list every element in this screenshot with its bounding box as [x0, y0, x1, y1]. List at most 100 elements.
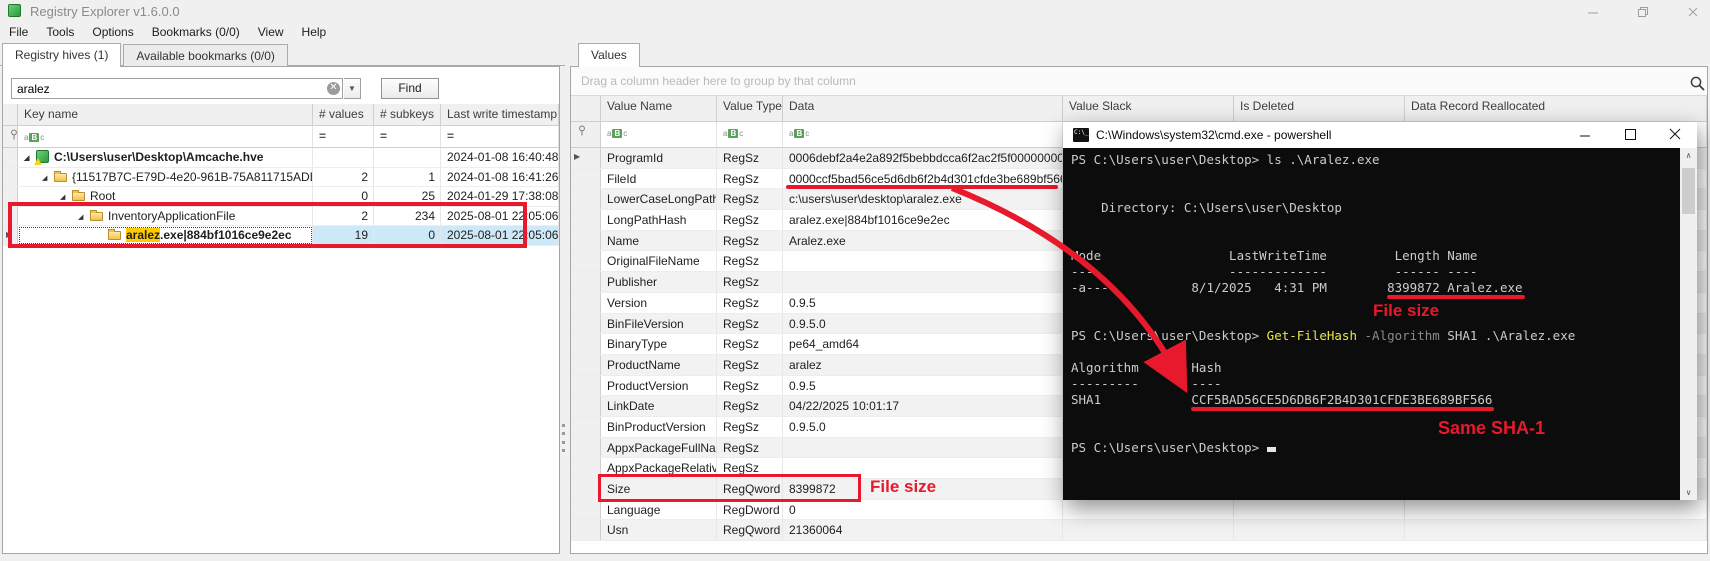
terminal-text-segment: Directory: C:\Users\user\Desktop: [1071, 200, 1342, 215]
filter-pin-icon[interactable]: [3, 126, 18, 148]
values-column-header[interactable]: Value Name: [601, 96, 717, 122]
value-row-gutter: [571, 334, 601, 354]
value-type: RegSz: [717, 148, 783, 168]
annotation-label-file-size-terminal: File size: [1373, 301, 1439, 321]
expanded-node-icon[interactable]: ◢: [42, 174, 54, 182]
find-button[interactable]: Find: [381, 78, 439, 99]
value-name: BinFileVersion: [601, 314, 717, 334]
value-type: RegSz: [717, 396, 783, 416]
close-icon[interactable]: [1686, 5, 1700, 19]
values-filter-cell[interactable]: aBc: [717, 122, 783, 148]
minimize-icon[interactable]: [1586, 5, 1600, 19]
value-row-gutter: [571, 355, 601, 375]
tree-row[interactable]: ◢C:\Users\user\Desktop\Amcache.hve2024-0…: [3, 148, 559, 168]
value-data: aralez.exe|884bf1016ce9e2ec: [783, 210, 1063, 230]
terminal-text-segment: PS C:\Users\user\Desktop>: [1071, 440, 1267, 455]
terminal-screen[interactable]: PS C:\Users\user\Desktop> ls .\Aralez.ex…: [1063, 148, 1697, 500]
value-row[interactable]: LanguageRegDword0: [571, 500, 1707, 521]
value-data: 0.9.5: [783, 293, 1063, 313]
scrollbar-thumb[interactable]: [1682, 168, 1695, 214]
value-data: [783, 251, 1063, 271]
menu-item-bookmarks[interactable]: Bookmarks (0/0): [143, 22, 249, 42]
cmd-icon: C:\_: [1073, 128, 1089, 142]
terminal-text-segment: Get-FileHash: [1267, 328, 1357, 343]
value-data: 0.9.5: [783, 376, 1063, 396]
restore-icon[interactable]: [1636, 5, 1650, 19]
annotation-box-tree: [8, 202, 527, 248]
scroll-up-icon[interactable]: ∧: [1680, 151, 1697, 160]
value-name: Version: [601, 293, 717, 313]
group-by-band[interactable]: Drag a column header here to group by th…: [571, 67, 1707, 96]
tree-column-header[interactable]: # values: [313, 104, 374, 126]
tree-row[interactable]: ◢{11517B7C-E79D-4e20-961B-75A811715ADD}2…: [3, 168, 559, 188]
dock-tabstrip: Registry hives (1)Available bookmarks (0…: [0, 43, 565, 66]
menu-item-help[interactable]: Help: [293, 22, 336, 42]
tree-key-name[interactable]: ◢C:\Users\user\Desktop\Amcache.hve: [18, 148, 313, 167]
tree-column-header[interactable]: Last write timestamp: [441, 104, 559, 126]
terminal-text-segment: Algorithm Hash: [1071, 360, 1222, 375]
value-data: 04/22/2025 10:01:17: [783, 396, 1063, 416]
menu-item-view[interactable]: View: [249, 22, 293, 42]
values-filter-cell[interactable]: aBc: [601, 122, 717, 148]
terminal-title-bar[interactable]: C:\_ C:\Windows\system32\cmd.exe - power…: [1063, 122, 1697, 148]
values-column-header[interactable]: Data: [783, 96, 1063, 122]
value-row[interactable]: UsnRegQword21360064: [571, 520, 1707, 541]
values-column-header[interactable]: Is Deleted: [1234, 96, 1405, 122]
tree-filter-cell[interactable]: =: [374, 126, 441, 148]
values-header-gutter: [571, 96, 601, 122]
value-data: Aralez.exe: [783, 231, 1063, 251]
app-hive-icon: [8, 4, 21, 20]
equals-filter-icon: =: [447, 129, 454, 143]
terminal-close-icon[interactable]: [1652, 122, 1697, 148]
values-column-header[interactable]: Value Slack: [1063, 96, 1234, 122]
expanded-node-icon[interactable]: ◢: [60, 193, 72, 201]
menu-item-tools[interactable]: Tools: [37, 22, 83, 42]
value-type: RegSz: [717, 334, 783, 354]
search-dropdown-icon[interactable]: ▼: [344, 78, 361, 99]
value-row-gutter: [571, 293, 601, 313]
clear-search-icon[interactable]: ✕: [327, 82, 340, 95]
value-row-gutter: [571, 314, 601, 334]
panel-splitter[interactable]: [562, 424, 566, 452]
tree-key-name[interactable]: ◢{11517B7C-E79D-4e20-961B-75A811715ADD}: [18, 168, 313, 187]
registry-hives-panel: ✕ ▼ Find Key name# values# subkeysLast w…: [2, 66, 560, 554]
value-row-gutter: [571, 438, 601, 458]
tree-column-header[interactable]: Key name: [18, 104, 313, 126]
tree-row-gutter: [3, 148, 18, 167]
value-type: RegSz: [717, 314, 783, 334]
value-row-gutter: [571, 272, 601, 292]
menu-item-file[interactable]: File: [0, 22, 37, 42]
abc-filter-icon: aBc: [789, 129, 809, 138]
is-deleted: [1234, 500, 1405, 520]
value-name: LongPathHash: [601, 210, 717, 230]
search-input[interactable]: [11, 78, 343, 99]
menu-item-options[interactable]: Options: [83, 22, 142, 42]
value-slack: [1063, 500, 1234, 520]
values-column-header[interactable]: Value Type: [717, 96, 783, 122]
value-type: RegSz: [717, 169, 783, 189]
values-column-header[interactable]: Data Record Reallocated: [1405, 96, 1707, 122]
terminal-maximize-icon[interactable]: [1607, 122, 1652, 148]
tab-registry-hives-[interactable]: Registry hives (1): [2, 43, 121, 67]
values-filter-cell[interactable]: aBc: [783, 122, 1063, 148]
value-name: FileId: [601, 169, 717, 189]
tree-filter-cell[interactable]: =: [441, 126, 559, 148]
tree-column-header[interactable]: # subkeys: [374, 104, 441, 126]
tree-values-count: 2: [313, 168, 374, 187]
terminal-text-segment: Mode LastWriteTime Length Name: [1071, 248, 1477, 263]
tab-values[interactable]: Values: [578, 43, 640, 67]
tree-filter-cell[interactable]: =: [313, 126, 374, 148]
terminal-minimize-icon[interactable]: [1562, 122, 1607, 148]
value-type: RegDword: [717, 500, 783, 520]
annotation-label-file-size-grid: File size: [870, 477, 936, 497]
filter-pin-icon[interactable]: [571, 122, 601, 148]
key-name-text: C:\Users\user\Desktop\Amcache.hve: [54, 150, 263, 164]
scroll-down-icon[interactable]: ∨: [1680, 488, 1697, 497]
terminal-scrollbar[interactable]: ∧ ∨: [1680, 148, 1697, 500]
tree-filter-keyname[interactable]: aBc: [18, 126, 313, 148]
search-icon[interactable]: [1689, 75, 1706, 95]
value-data: 0006debf2a4e2a892f5bebbdcca6f2ac2f5f0000…: [783, 148, 1063, 168]
value-name: LowerCaseLongPath: [601, 189, 717, 209]
tab-available-bookmarks-[interactable]: Available bookmarks (0/0): [123, 44, 288, 67]
tree-subkeys-count: 1: [374, 168, 441, 187]
